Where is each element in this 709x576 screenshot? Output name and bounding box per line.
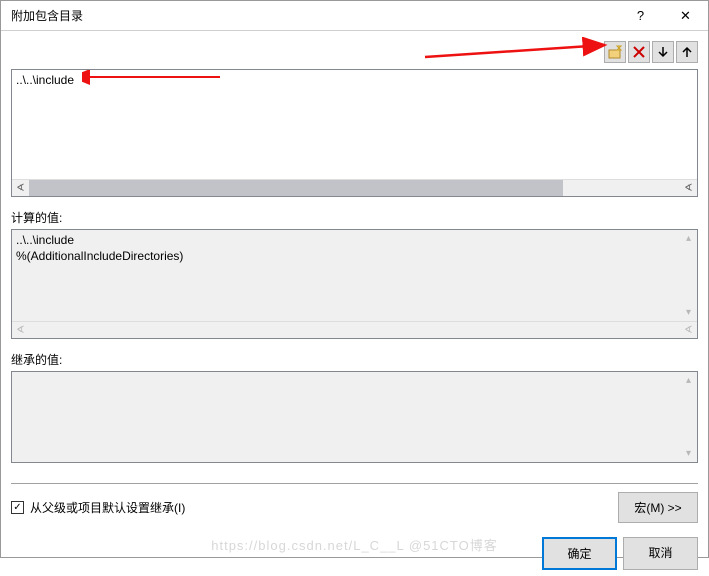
scroll-down-button: ▾ xyxy=(680,304,697,321)
arrow-down-icon xyxy=(657,46,669,58)
dialog-content: ..\..\include ∢ ∢ 计算的值: ..\..\include %(… xyxy=(1,31,708,576)
scroll-track xyxy=(29,322,680,338)
delete-button[interactable] xyxy=(628,41,650,63)
computed-label: 计算的值: xyxy=(11,209,698,226)
move-up-button[interactable] xyxy=(676,41,698,63)
delete-x-icon xyxy=(633,46,645,58)
scroll-track[interactable] xyxy=(29,180,680,196)
entries-listbox[interactable]: ..\..\include ∢ ∢ xyxy=(11,69,698,197)
close-button[interactable]: ✕ xyxy=(663,1,708,31)
horizontal-scrollbar[interactable]: ∢ ∢ xyxy=(12,179,697,196)
inherited-values-box: ▴ ▾ xyxy=(11,371,698,463)
entries-inner: ..\..\include xyxy=(12,70,697,179)
list-item[interactable]: ..\..\include xyxy=(16,72,693,88)
help-button[interactable]: ? xyxy=(618,1,663,31)
horizontal-scrollbar: ∢ ∢ xyxy=(12,321,697,338)
titlebar: 附加包含目录 ? ✕ xyxy=(1,1,708,31)
computed-line: ..\..\include xyxy=(16,232,676,248)
computed-inner: ..\..\include %(AdditionalIncludeDirecto… xyxy=(12,230,680,321)
inherit-checkbox[interactable]: ✓ xyxy=(11,501,24,514)
inherited-label: 继承的值: xyxy=(11,351,698,368)
vertical-scrollbar: ▴ ▾ xyxy=(680,230,697,321)
computed-line: %(AdditionalIncludeDirectories) xyxy=(16,248,676,264)
dialog-buttons: 确定 取消 xyxy=(11,537,698,570)
inherit-row: ✓ 从父级或项目默认设置继承(I) 宏(M) >> xyxy=(11,492,698,523)
ok-button[interactable]: 确定 xyxy=(542,537,617,570)
macro-button[interactable]: 宏(M) >> xyxy=(618,492,698,523)
inherit-checkbox-wrap[interactable]: ✓ 从父级或项目默认设置继承(I) xyxy=(11,499,618,516)
scroll-up-button: ▴ xyxy=(680,230,697,247)
property-dialog: 附加包含目录 ? ✕ xyxy=(0,0,709,558)
scroll-left-button: ∢ xyxy=(12,322,29,339)
vertical-scrollbar: ▴ ▾ xyxy=(680,372,697,462)
scroll-left-button[interactable]: ∢ xyxy=(12,180,29,197)
scroll-up-button: ▴ xyxy=(680,372,697,389)
dialog-title: 附加包含目录 xyxy=(11,7,618,24)
scroll-down-button: ▾ xyxy=(680,445,697,462)
move-down-button[interactable] xyxy=(652,41,674,63)
scroll-right-button: ∢ xyxy=(680,322,697,339)
inherit-checkbox-label: 从父级或项目默认设置继承(I) xyxy=(30,499,185,516)
separator xyxy=(11,483,698,484)
new-line-button[interactable] xyxy=(604,41,626,63)
cancel-button[interactable]: 取消 xyxy=(623,537,698,570)
toolbar xyxy=(11,41,698,63)
scroll-thumb[interactable] xyxy=(29,180,563,196)
new-folder-icon xyxy=(608,45,622,59)
scroll-right-button[interactable]: ∢ xyxy=(680,180,697,197)
inherited-inner xyxy=(12,372,680,462)
computed-values-box: ..\..\include %(AdditionalIncludeDirecto… xyxy=(11,229,698,339)
arrow-up-icon xyxy=(681,46,693,58)
